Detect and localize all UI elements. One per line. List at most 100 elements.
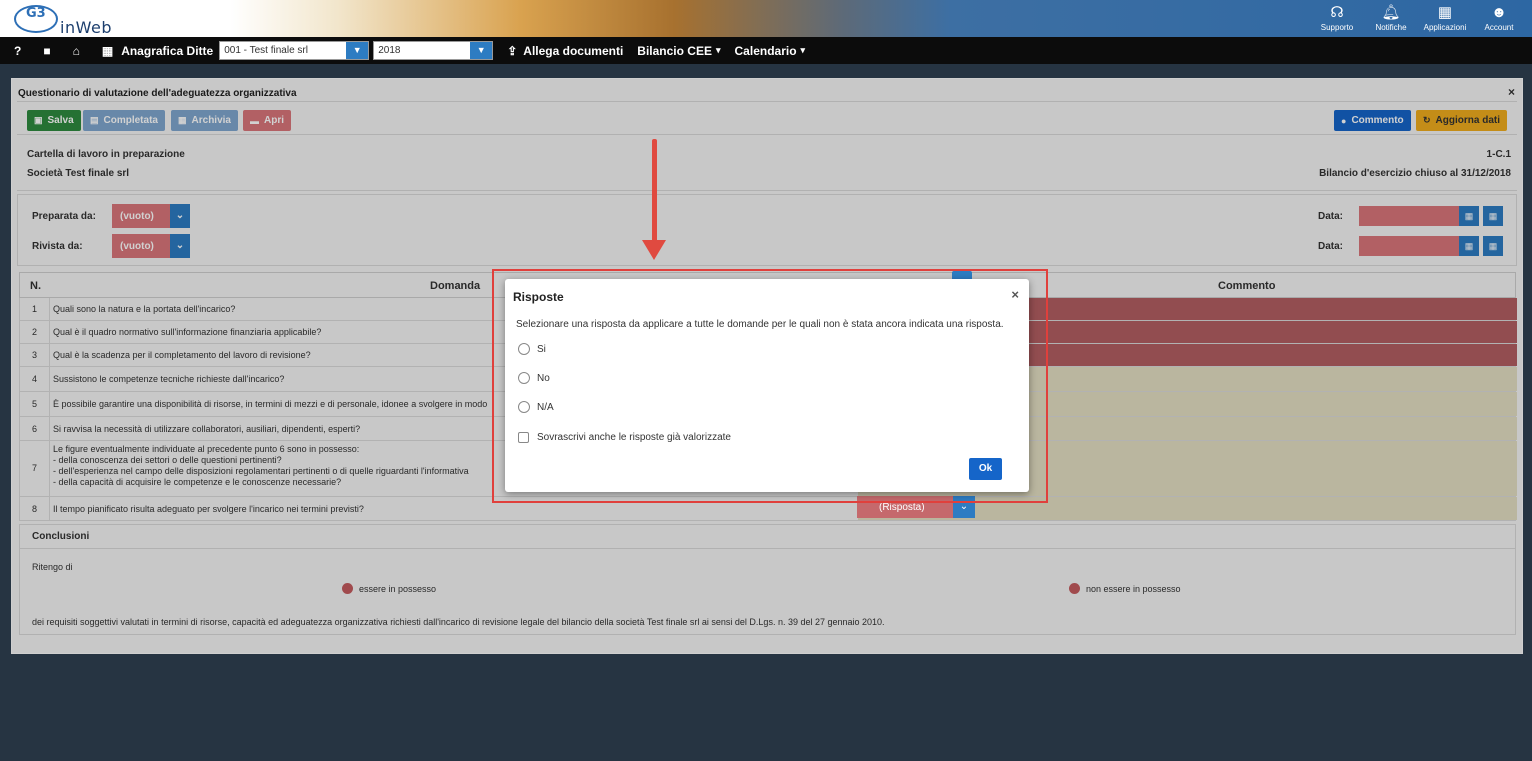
refresh-icon: ↻ (1423, 115, 1431, 125)
calendario-label: Calendario (734, 43, 797, 58)
calendar-icon[interactable]: ▦ (1459, 206, 1479, 226)
col-domanda-header: Domanda (430, 280, 481, 292)
info-section: Cartella di lavoro in preparazione Socie… (17, 139, 1517, 191)
col-n-header: N. (30, 280, 41, 292)
support-button[interactable]: ☊ Supporto (1310, 0, 1364, 37)
panel-title: Questionario di valutazione dell'adeguat… (18, 88, 297, 99)
annotation-arrow-shaft (652, 139, 657, 244)
bilancio-label: Bilancio CEE (637, 43, 712, 58)
row-number: 1 (20, 298, 50, 320)
risposte-modal: Risposte × Selezionare una risposta da a… (505, 279, 1029, 492)
account-icon: ☻ (1491, 4, 1507, 21)
modal-title: Risposte (513, 290, 564, 304)
conclusioni-title: Conclusioni (20, 525, 1515, 549)
comment-icon: ● (1341, 115, 1347, 126)
company-name: Società Test finale srl (27, 168, 130, 179)
video-icon[interactable]: ■ (43, 44, 50, 58)
notifications-label: Notifiche (1375, 23, 1407, 32)
grid-icon: ▦ (1437, 4, 1453, 21)
top-header: G3 inWeb ☊ Supporto 🔔︎ Notifiche ▦ Appli… (0, 0, 1532, 37)
modal-close-icon[interactable]: × (1011, 287, 1019, 302)
clipboard-icon: ▤ (90, 115, 99, 125)
data-label: Data: (1318, 241, 1344, 252)
row-number: 8 (20, 497, 50, 520)
row-number: 5 (20, 392, 50, 416)
upload-icon: ⇪ (507, 43, 518, 58)
option-na-radio[interactable] (518, 401, 530, 413)
option-si-radio[interactable] (518, 343, 530, 355)
preparata-date-input[interactable] (1359, 206, 1459, 226)
top-icons: ☊ Supporto 🔔︎ Notifiche ▦ Applicazioni ☻… (1310, 0, 1526, 37)
completata-button[interactable]: ▤ Completata (83, 110, 165, 131)
allega-documenti-link[interactable]: ⇪ Allega documenti (507, 44, 623, 58)
apri-button[interactable]: ▬ Apri (243, 110, 291, 131)
anagrafica-label: Anagrafica Ditte (121, 43, 214, 58)
folder-open-icon: ▬ (250, 115, 259, 126)
apri-label: Apri (264, 115, 284, 126)
fiscal-period: Bilancio d'esercizio chiuso al 31/12/201… (1319, 168, 1511, 179)
chevron-down-icon: ▼ (470, 42, 493, 59)
answer-select-value: (Risposta) (879, 501, 925, 513)
save-icon: ▣ (34, 115, 43, 125)
headset-icon: ☊ (1330, 4, 1344, 21)
calendar-today-icon[interactable]: ▦ (1483, 206, 1503, 226)
modal-description: Selezionare una risposta da applicare a … (516, 319, 1004, 330)
applications-button[interactable]: ▦ Applicazioni (1418, 0, 1472, 37)
row-number: 6 (20, 417, 50, 440)
essere-in-possesso-radio[interactable] (342, 583, 353, 594)
archivia-label: Archivia (191, 115, 231, 126)
account-button[interactable]: ☻ Account (1472, 0, 1526, 37)
notifications-button[interactable]: 🔔︎ Notifiche (1364, 0, 1418, 37)
applications-label: Applicazioni (1423, 23, 1467, 32)
option-no-radio[interactable] (518, 372, 530, 384)
conclusioni-section: Conclusioni Ritengo di essere in possess… (19, 524, 1516, 635)
overwrite-checkbox[interactable] (518, 432, 529, 443)
calendar-icon[interactable]: ▦ (1459, 236, 1479, 256)
table-row[interactable]: 8 Il tempo pianificato risulta adeguato … (19, 497, 1517, 521)
conclusioni-footer: dei requisiti soggettivi valutati in ter… (32, 617, 885, 627)
company-select[interactable]: 001 - Test finale srl ▼ (219, 41, 370, 60)
allega-label: Allega documenti (523, 43, 624, 58)
anagrafica-menu[interactable]: ▦ Anagrafica Ditte (102, 44, 213, 58)
rivista-label: Rivista da: (32, 241, 83, 252)
non-essere-in-possesso-radio[interactable] (1069, 583, 1080, 594)
chevron-down-icon: ▾ (715, 45, 721, 55)
archivia-button[interactable]: ▦ Archivia (171, 110, 238, 131)
row-number: 2 (20, 321, 50, 343)
preparata-label: Preparata da: (32, 211, 96, 222)
rivista-date-input[interactable] (1359, 236, 1459, 256)
salva-button[interactable]: ▣ Salva (27, 110, 81, 131)
panel-close-icon[interactable]: × (1508, 85, 1515, 99)
nav-bar: ? ■ ⌂ ▦ Anagrafica Ditte 001 - Test fina… (0, 37, 1532, 64)
row-number: 3 (20, 344, 50, 366)
calendario-menu[interactable]: Calendario ▾ (735, 44, 806, 58)
app-logo[interactable]: G3 inWeb (6, 2, 126, 37)
essere-in-possesso-label: essere in possesso (359, 584, 437, 594)
rivista-select[interactable]: (vuoto) ⌄ (112, 234, 190, 258)
year-select[interactable]: 2018 ▼ (373, 41, 494, 60)
salva-label: Salva (47, 115, 74, 126)
answer-select[interactable]: (Risposta) ⌄ (857, 496, 975, 518)
row-question: Il tempo pianificato risulta adeguato pe… (53, 504, 364, 514)
aggiorna-label: Aggiorna dati (1435, 115, 1500, 126)
year-select-value: 2018 (378, 45, 401, 56)
company-select-value: 001 - Test finale srl (224, 45, 308, 56)
ritengo-label: Ritengo di (32, 562, 73, 572)
calendar-today-icon[interactable]: ▦ (1483, 236, 1503, 256)
preparation-section: Preparata da: (vuoto) ⌄ Rivista da: (vuo… (17, 194, 1517, 266)
help-button[interactable]: ? (14, 44, 21, 58)
aggiorna-dati-button[interactable]: ↻ Aggiorna dati (1416, 110, 1507, 131)
commento-label: Commento (1351, 115, 1404, 126)
rivista-value: (vuoto) (120, 240, 154, 252)
bilancio-cee-menu[interactable]: Bilancio CEE ▾ (637, 44, 720, 58)
home-icon[interactable]: ⌂ (73, 44, 80, 58)
option-no-label: No (537, 373, 550, 384)
col-commento-header: Commento (1218, 280, 1276, 292)
support-label: Supporto (1320, 23, 1354, 32)
preparata-select[interactable]: (vuoto) ⌄ (112, 204, 190, 228)
commento-button[interactable]: ● Commento (1334, 110, 1411, 131)
toolbar: ▣ Salva ▤ Completata ▦ Archivia ▬ Apri ● Comm… (17, 101, 1517, 135)
logo-mark: G3 (26, 6, 46, 21)
ok-button[interactable]: Ok (969, 458, 1002, 480)
row-number: 7 (20, 441, 50, 496)
